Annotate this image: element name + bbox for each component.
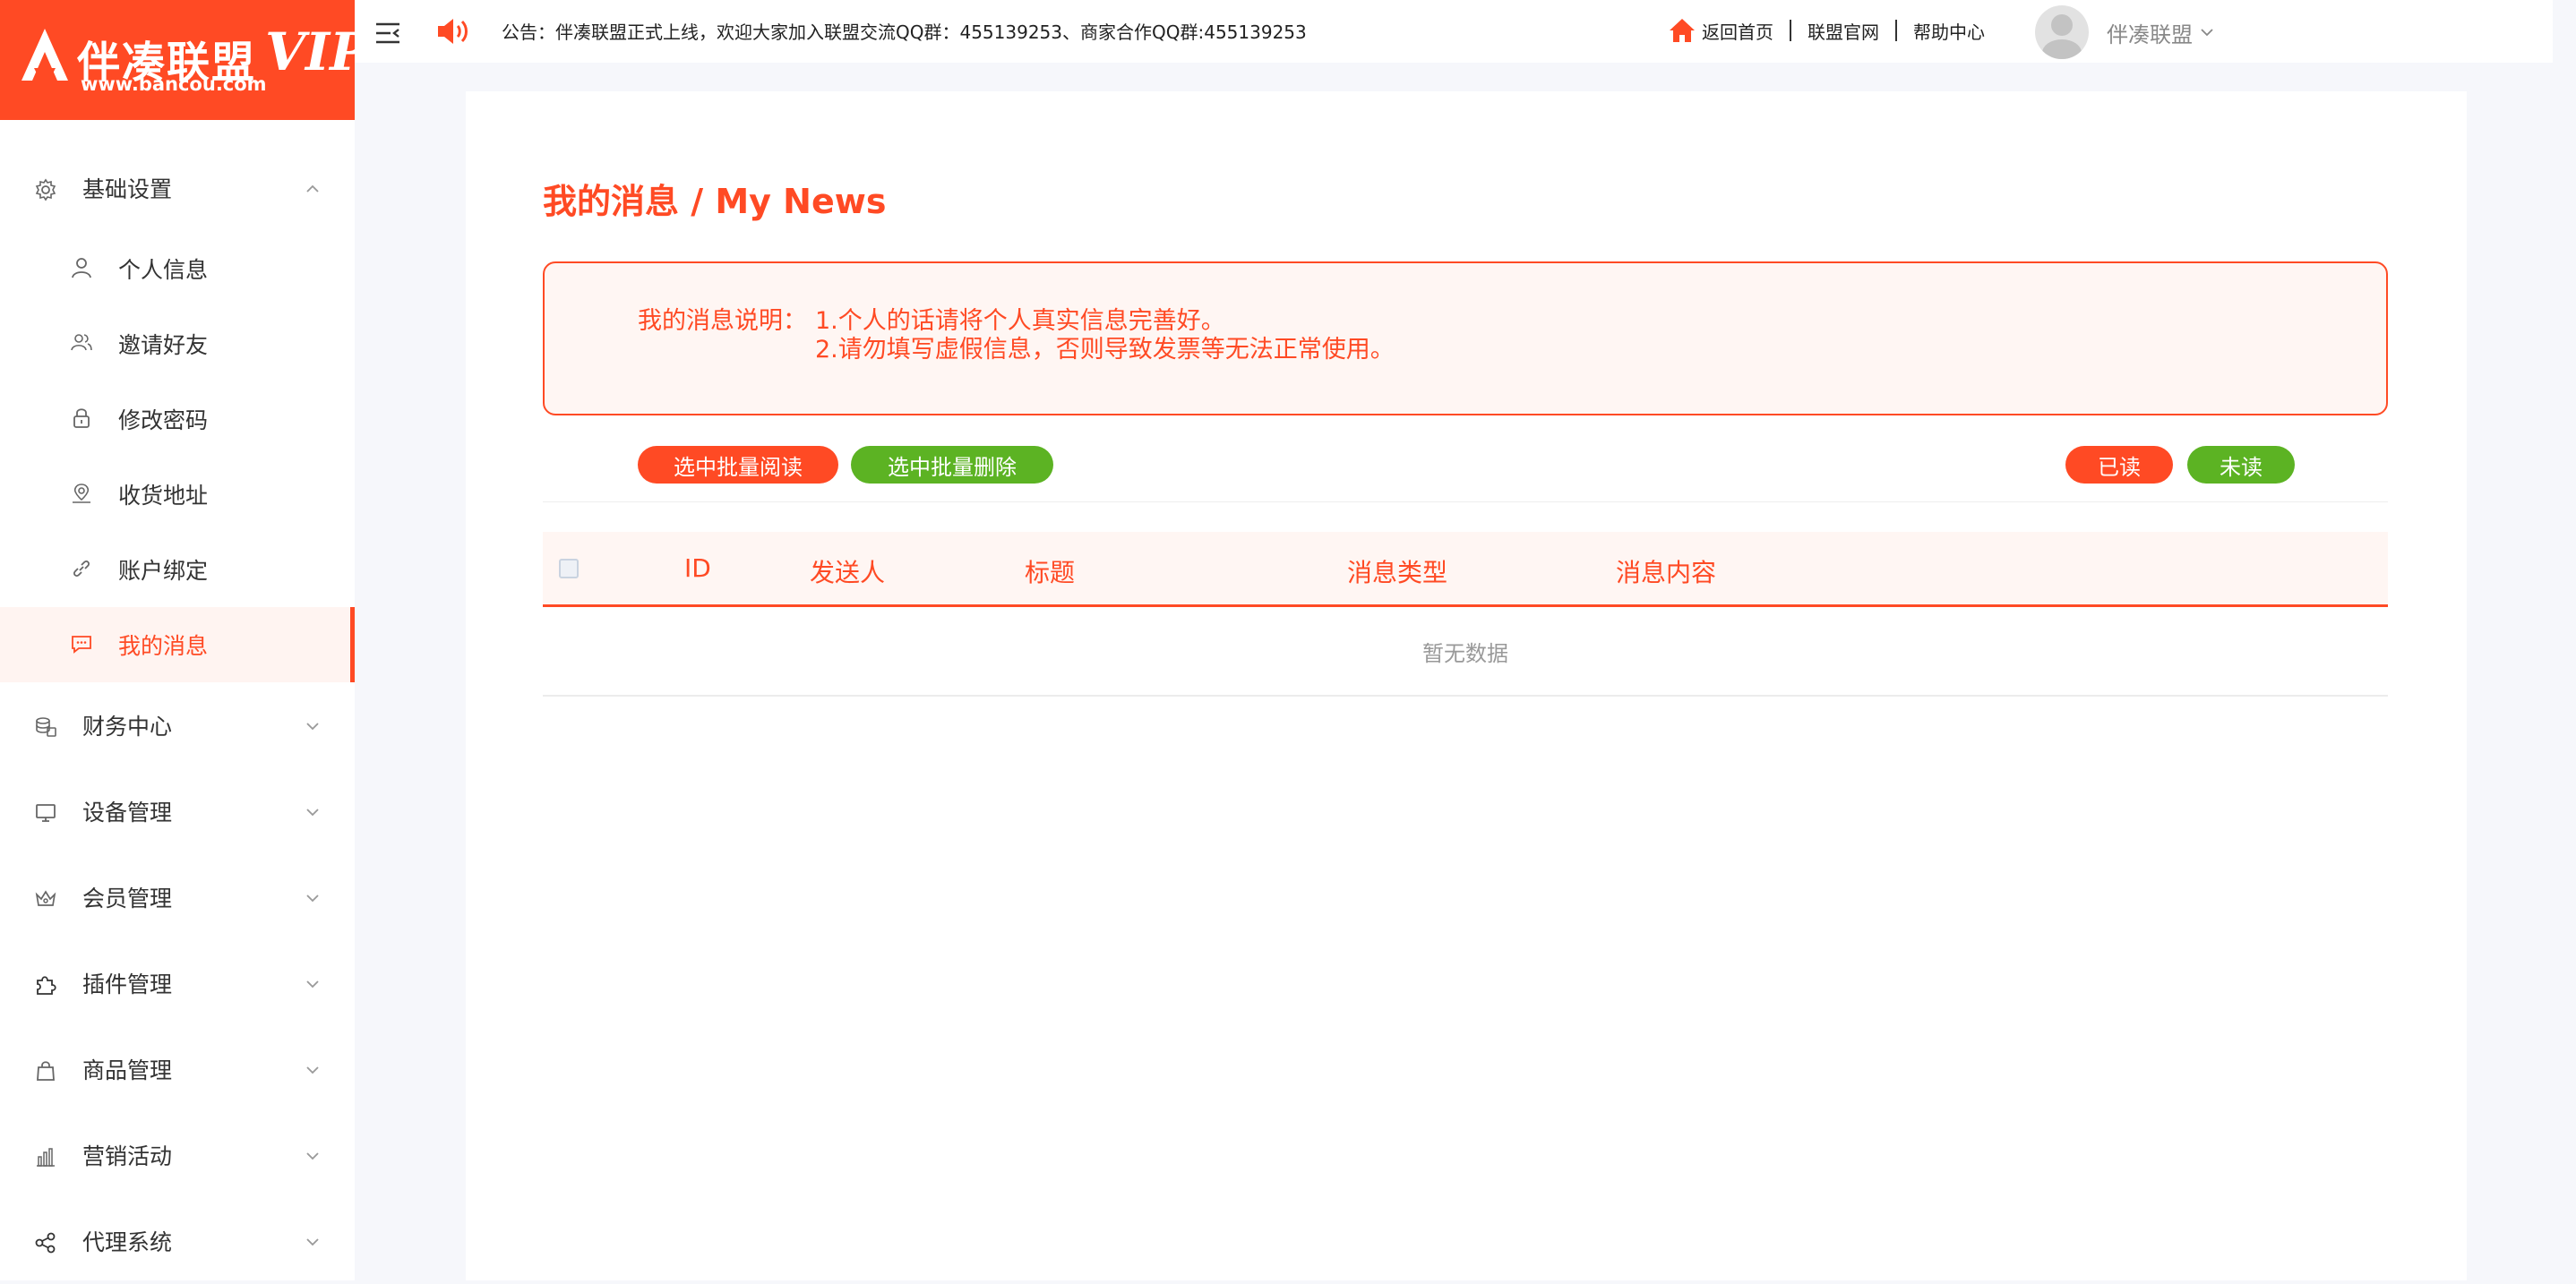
chevron-down-icon xyxy=(306,809,319,817)
content-card: 我的消息 / My News 我的消息说明： 1.个人的话请将个人真实信息完善好… xyxy=(466,91,2467,1280)
sidebar-item-invite-friends[interactable]: 邀请好友 xyxy=(0,306,355,381)
read-filter-button[interactable]: 已读 xyxy=(2065,446,2173,484)
sidebar-group-members[interactable]: 会员管理 xyxy=(0,854,355,940)
logo-mark-icon xyxy=(21,29,68,81)
page-title: 我的消息 / My News xyxy=(543,182,887,221)
chevron-down-icon xyxy=(306,895,319,903)
sidebar-menu: 基础设置 个人信息 邀请好友 修改密码 收货地址 账户绑定 我的消息 财务中心 … xyxy=(0,145,355,1284)
column-header-content: 消息内容 xyxy=(1616,558,1717,587)
avatar-head-shape xyxy=(2051,14,2073,36)
bag-icon xyxy=(37,1061,55,1081)
sidebar-group-label: 会员管理 xyxy=(82,886,173,912)
speaker-icon xyxy=(438,19,468,44)
user-icon xyxy=(72,258,91,278)
sidebar-group-plugins[interactable]: 插件管理 xyxy=(0,940,355,1026)
chevron-down-icon xyxy=(306,980,319,989)
brand-logo[interactable]: 伴凑联盟 www.bancou.com VIP xyxy=(0,0,355,120)
link-divider xyxy=(1895,20,1897,41)
help-center-link[interactable]: 帮助中心 xyxy=(1913,18,1985,44)
sidebar-group-devices[interactable]: 设备管理 xyxy=(0,768,355,854)
sidebar-group-label: 代理系统 xyxy=(82,1229,173,1255)
select-all-checkbox[interactable] xyxy=(559,559,579,578)
toolbar-divider xyxy=(543,501,2388,502)
sidebar-item-profile[interactable]: 个人信息 xyxy=(0,231,355,306)
sidebar-group-label: 财务中心 xyxy=(82,714,173,740)
empty-state: 暂无数据 xyxy=(543,607,2388,697)
user-name: 伴凑联盟 xyxy=(2107,21,2193,47)
sidebar-group-marketing[interactable]: 营销活动 xyxy=(0,1112,355,1198)
link-icon xyxy=(73,561,90,577)
column-header-id: ID xyxy=(684,553,711,583)
user-menu[interactable]: 伴凑联盟 xyxy=(2035,5,2216,59)
share-icon xyxy=(35,1232,56,1254)
logo-url-text: www.bancou.com xyxy=(81,73,267,95)
unread-filter-button[interactable]: 未读 xyxy=(2187,446,2295,484)
message-table-header: ID 发送人 标题 消息类型 消息内容 xyxy=(543,532,2388,607)
menu-toggle-icon[interactable] xyxy=(374,21,401,45)
sidebar-group-label: 商品管理 xyxy=(82,1057,173,1083)
chevron-down-icon xyxy=(306,1238,319,1246)
chevron-up-icon xyxy=(306,184,319,193)
top-links: 返回首页 联盟官网 帮助中心 xyxy=(1668,16,1985,45)
logo-vip-text: VIP xyxy=(265,21,355,82)
sidebar-item-change-password[interactable]: 修改密码 xyxy=(0,381,355,457)
location-icon xyxy=(73,484,90,503)
users-icon xyxy=(71,334,92,351)
sidebar-item-label: 修改密码 xyxy=(118,407,209,433)
chevron-down-icon xyxy=(2201,29,2213,37)
link-divider xyxy=(1790,20,1791,41)
sidebar-group-finance[interactable]: 财务中心 xyxy=(0,682,355,768)
chevron-down-icon xyxy=(306,1066,319,1074)
sidebar-group-agents[interactable]: 代理系统 xyxy=(0,1198,355,1284)
lock-icon xyxy=(73,408,90,428)
column-header-sender: 发送人 xyxy=(810,558,886,587)
sidebar-group-products[interactable]: 商品管理 xyxy=(0,1026,355,1112)
sidebar-item-shipping-address[interactable]: 收货地址 xyxy=(0,457,355,532)
avatar-body-shape xyxy=(2042,39,2082,59)
sidebar-group-label: 设备管理 xyxy=(82,800,173,826)
bar-chart-icon xyxy=(37,1148,55,1167)
sidebar-item-label: 收货地址 xyxy=(118,483,209,509)
batch-delete-button[interactable]: 选中批量删除 xyxy=(851,446,1053,484)
gear-icon xyxy=(35,178,56,201)
sidebar-item-label: 个人信息 xyxy=(118,257,209,283)
announcement-text: 公告：伴凑联盟正式上线，欢迎大家加入联盟交流QQ群：455139253、商家合作… xyxy=(502,21,1307,43)
column-header-title: 标题 xyxy=(1025,558,1076,587)
sidebar-group-label: 营销活动 xyxy=(82,1143,173,1169)
chevron-down-icon xyxy=(306,1152,319,1160)
sidebar-group-label: 插件管理 xyxy=(82,972,173,997)
message-notice-box: 我的消息说明： 1.个人的话请将个人真实信息完善好。 2.请勿填写虚假信息，否则… xyxy=(543,261,2388,415)
monitor-icon xyxy=(36,804,56,822)
message-icon xyxy=(72,636,91,654)
avatar xyxy=(2035,5,2089,59)
sidebar-item-label: 我的消息 xyxy=(118,633,209,659)
puzzle-icon xyxy=(37,976,56,995)
notice-line-2: 2.请勿填写虚假信息，否则导致发票等无法正常使用。 xyxy=(815,336,1395,364)
coins-icon xyxy=(36,717,56,737)
sidebar-group-basic-settings[interactable]: 基础设置 xyxy=(0,145,355,231)
sidebar-item-account-binding[interactable]: 账户绑定 xyxy=(0,532,355,607)
crown-icon xyxy=(35,890,56,906)
home-link[interactable]: 返回首页 xyxy=(1702,18,1773,44)
top-bar: 公告：伴凑联盟正式上线，欢迎大家加入联盟交流QQ群：455139253、商家合作… xyxy=(355,0,2553,63)
home-icon xyxy=(1670,19,1695,42)
sidebar-item-my-messages[interactable]: 我的消息 xyxy=(0,607,355,682)
sidebar-group-label: 基础设置 xyxy=(82,176,173,202)
sidebar: 伴凑联盟 www.bancou.com VIP 基础设置 个人信息 xyxy=(0,0,355,1280)
sidebar-item-label: 邀请好友 xyxy=(118,332,209,358)
sidebar-item-label: 账户绑定 xyxy=(118,558,209,584)
official-site-link[interactable]: 联盟官网 xyxy=(1807,18,1879,44)
batch-read-button[interactable]: 选中批量阅读 xyxy=(638,446,838,484)
column-header-type: 消息类型 xyxy=(1347,558,1448,587)
chevron-down-icon xyxy=(306,723,319,731)
notice-lead: 我的消息说明： xyxy=(638,307,807,335)
